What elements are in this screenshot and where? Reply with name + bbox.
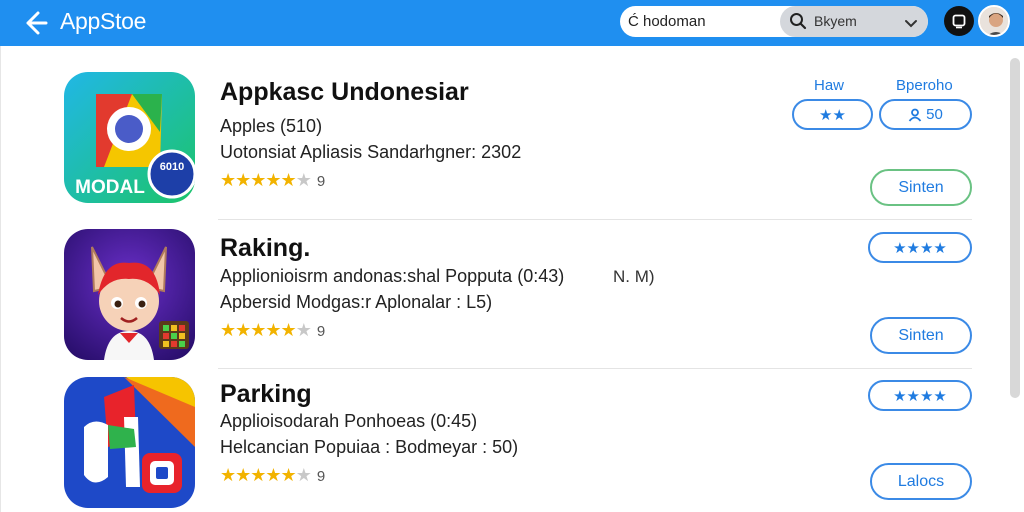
column-header-1: Haw bbox=[814, 77, 845, 94]
app-name[interactable]: Raking. bbox=[220, 234, 310, 263]
search-scope-value: Bkyem bbox=[814, 13, 857, 29]
rating-pill[interactable]: ★★★★ bbox=[868, 380, 972, 411]
app-subtitle: Applionioisrm andonas:shal Popputa (0:43… bbox=[220, 266, 565, 286]
users-count: 50 bbox=[926, 106, 943, 123]
app-details: Uotonsiat Apliasis Sandarhgner: 2302 bbox=[220, 142, 522, 162]
rating-pill[interactable]: ★★ bbox=[792, 99, 873, 130]
rating-count: 9 bbox=[316, 323, 326, 340]
users-pill[interactable]: 50 bbox=[879, 99, 972, 130]
rating-stars: ★★★★★★ 9 bbox=[220, 320, 326, 340]
row-divider bbox=[218, 219, 972, 220]
install-button[interactable]: Sinten bbox=[870, 169, 972, 206]
app-extra-info: N. M) bbox=[613, 267, 655, 286]
rating-count: 9 bbox=[316, 468, 326, 485]
app-icon-label: MODAL bbox=[75, 177, 145, 198]
app-name[interactable]: Parking bbox=[220, 380, 312, 409]
app-icon-character[interactable] bbox=[64, 229, 195, 360]
rating-stars: ★★★★★★ 9 bbox=[220, 170, 326, 190]
row-divider bbox=[218, 368, 972, 369]
app-subtitle: Applioisodarah Ponhoeas (0:45) bbox=[220, 411, 478, 431]
column-header-2: Bperoho bbox=[896, 77, 953, 94]
scrollbar[interactable] bbox=[1010, 58, 1020, 398]
app-icon-browser[interactable]: 6010 MODAL bbox=[64, 72, 195, 203]
search-bar[interactable]: Ć hodoman Bkyem bbox=[620, 6, 928, 37]
search-input[interactable]: Ć hodoman bbox=[628, 13, 706, 30]
rating-stars: ★★★★★★ 9 bbox=[220, 465, 326, 485]
app-details: Apbersid Modgas:r Aplonalar : L5) bbox=[220, 292, 493, 312]
avatar[interactable] bbox=[978, 5, 1010, 37]
app-icon-badge-text: 6010 bbox=[160, 161, 184, 173]
notification-icon[interactable] bbox=[944, 6, 974, 36]
app-title: AppStoe bbox=[60, 8, 147, 34]
person-icon bbox=[908, 108, 922, 122]
back-arrow-icon[interactable] bbox=[18, 6, 52, 40]
chevron-down-icon bbox=[904, 16, 918, 34]
app-name[interactable]: Appkasc Undonesiar bbox=[220, 78, 469, 107]
app-icon-parking[interactable] bbox=[64, 377, 195, 508]
app-header: AppStoe Ć hodoman Bkyem bbox=[0, 0, 1024, 46]
rating-count: 9 bbox=[316, 173, 326, 190]
install-button[interactable]: Lalocs bbox=[870, 463, 972, 500]
rating-pill[interactable]: ★★★★ bbox=[868, 232, 972, 263]
app-subtitle: Apples (510) bbox=[220, 116, 323, 136]
app-details: Helcancian Popuiaa : Bodmeyar : 50) bbox=[220, 437, 519, 457]
search-scope-dropdown[interactable]: Bkyem bbox=[780, 6, 928, 37]
install-button[interactable]: Sinten bbox=[870, 317, 972, 354]
search-icon bbox=[789, 12, 807, 35]
